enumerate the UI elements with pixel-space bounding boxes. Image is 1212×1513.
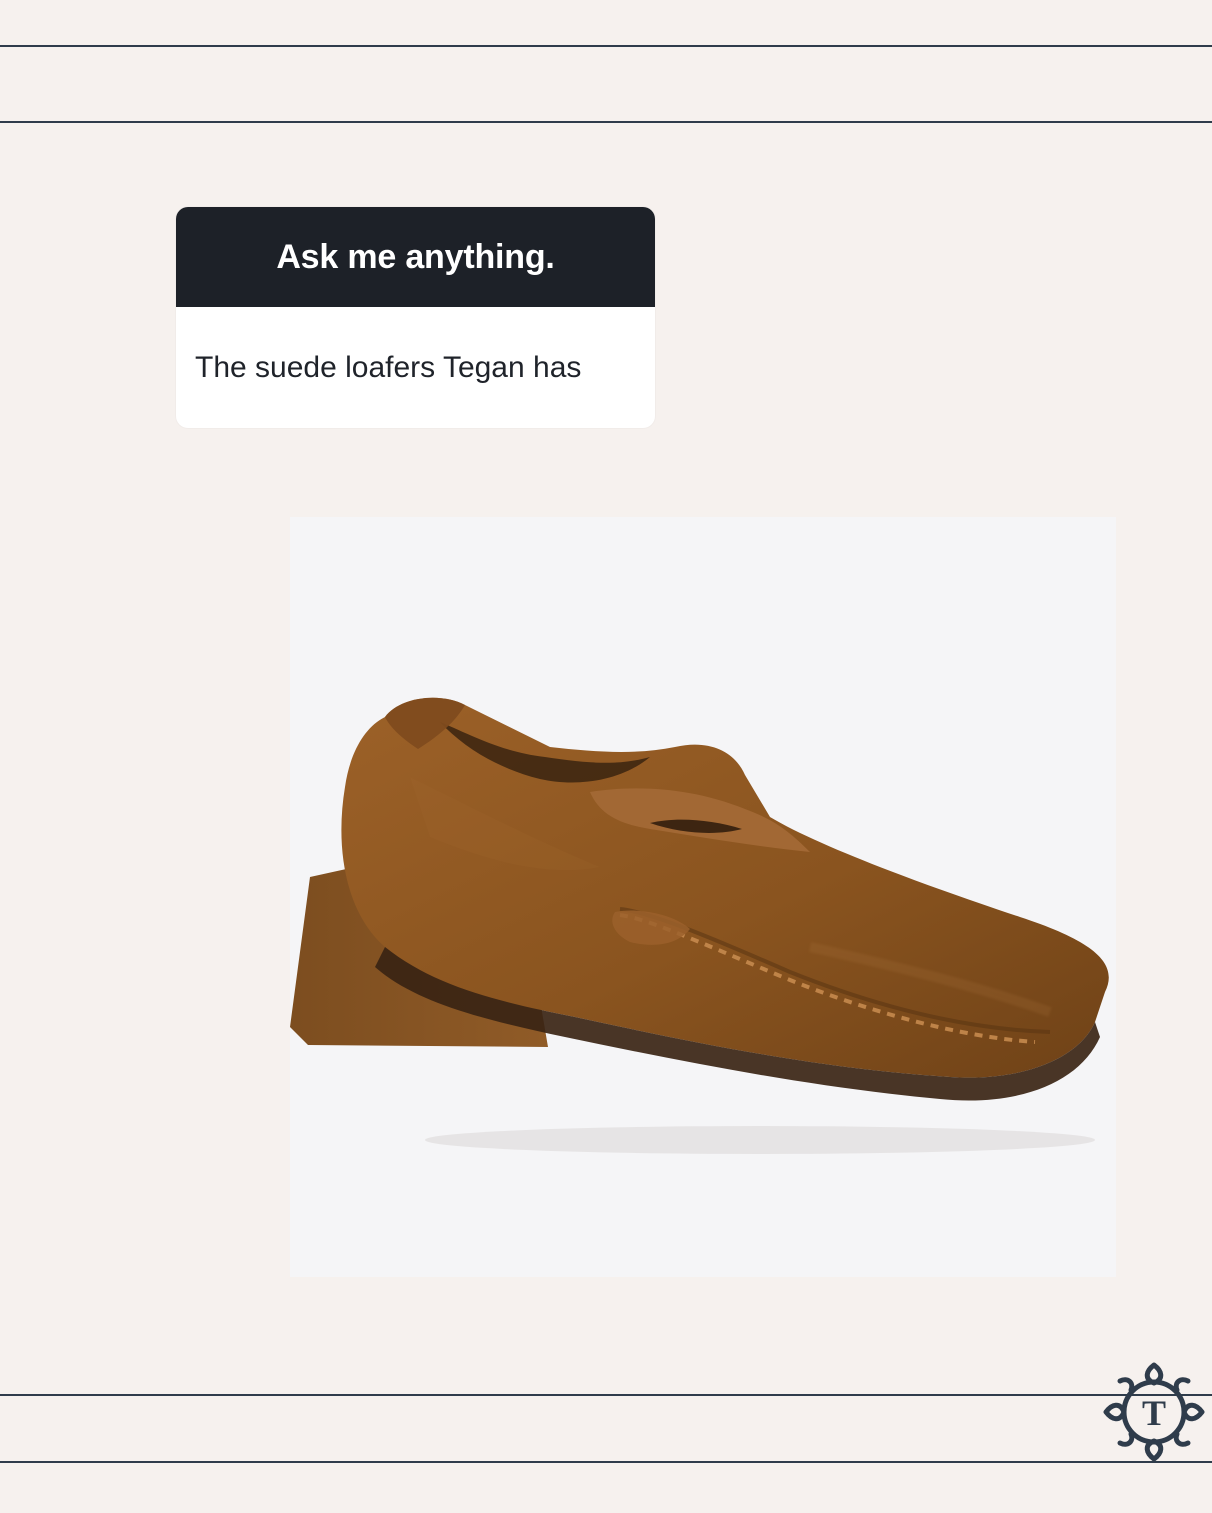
question-answer: The suede loafers Tegan has xyxy=(195,350,582,384)
footer-divider-line xyxy=(0,1394,1212,1396)
monogram-logo: T xyxy=(1096,1355,1212,1469)
question-prompt: Ask me anything. xyxy=(176,207,655,307)
bottom-divider-line xyxy=(0,1461,1212,1463)
loafer-image xyxy=(290,697,1109,1154)
top-divider-line xyxy=(0,45,1212,47)
logo-monogram-letter: T xyxy=(1142,1393,1166,1433)
product-photo-loafer xyxy=(290,517,1116,1277)
question-sticker-card: Ask me anything. The suede loafers Tegan… xyxy=(176,207,655,428)
header-divider-line xyxy=(0,121,1212,123)
